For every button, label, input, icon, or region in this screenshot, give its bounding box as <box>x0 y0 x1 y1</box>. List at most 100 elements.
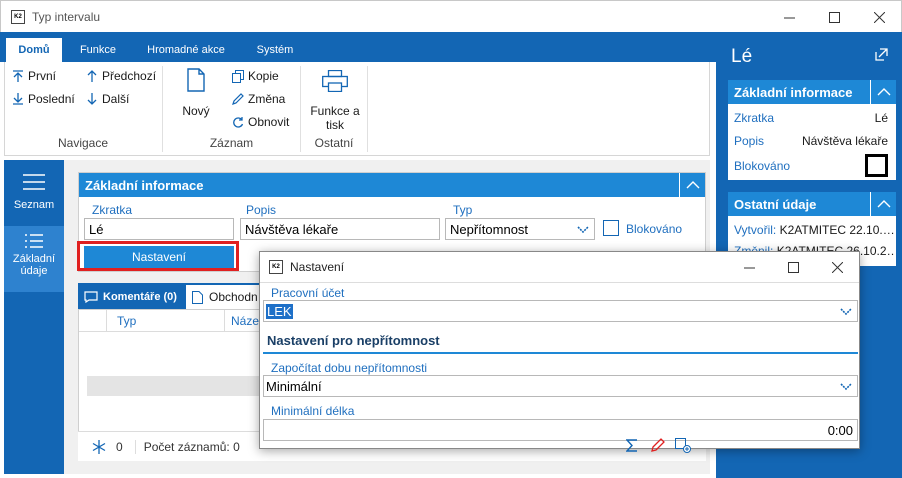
print-label-line1: Funkce a <box>310 104 360 118</box>
print-functions-label: Funkce a tisk <box>306 104 364 132</box>
nav-label-zakladni-udaje: Základní údaje <box>4 253 64 277</box>
dropdown-icon[interactable] <box>840 308 852 316</box>
dialog-minimize-button[interactable] <box>726 252 772 282</box>
pencil-icon <box>232 93 244 105</box>
print-functions-button[interactable]: Funkce a tisk <box>306 70 364 132</box>
nav-item-zakladni-udaje[interactable]: Základní údaje <box>4 226 64 292</box>
window-title: Typ intervalu <box>32 10 101 24</box>
nastaveni-button[interactable]: Nastavení <box>84 246 234 268</box>
copy-label: Kopie <box>248 69 279 83</box>
hamburger-icon <box>23 174 45 190</box>
tab-obchodni[interactable]: Obchodn <box>186 285 266 309</box>
dialog-icon-text: K2 <box>272 264 280 270</box>
zapocitat-label: Započítat dobu nepřítomnosti <box>271 361 428 375</box>
close-icon <box>831 261 843 273</box>
last-button[interactable]: Poslední <box>12 89 75 109</box>
typ-label: Typ <box>453 203 473 217</box>
right-other-collapse-button[interactable] <box>870 192 896 216</box>
dropdown-icon <box>840 383 852 391</box>
right-zkratka-label: Zkratka <box>734 111 775 125</box>
add-table-icon <box>675 438 691 453</box>
copy-button[interactable]: Kopie <box>232 66 279 86</box>
chevron-up-icon <box>686 181 699 189</box>
sum-button[interactable] <box>626 439 638 452</box>
maximize-icon <box>828 11 840 23</box>
right-pane-title: Lé <box>731 46 753 67</box>
tab-system[interactable]: Systém <box>245 38 305 62</box>
nav-label-line2: údaje <box>20 265 48 277</box>
chevron-up-icon <box>877 88 890 96</box>
blokovano-checkbox[interactable] <box>603 220 619 236</box>
dialog-title: Nastavení <box>290 260 345 274</box>
record-count: Počet záznamů: 0 <box>134 439 240 454</box>
dialog-maximize-button[interactable] <box>770 252 816 282</box>
other-group-label: Ostatní <box>314 136 354 150</box>
edit-row-button[interactable] <box>651 438 665 452</box>
zkratka-label: Zkratka <box>92 203 133 217</box>
record-group-label: Záznam <box>209 136 254 150</box>
zapocitat-dropdown[interactable]: Minimální <box>263 375 858 397</box>
right-popis-label: Popis <box>734 134 765 148</box>
comment-icon <box>84 291 98 303</box>
navigation-group-label: Navigace <box>57 136 109 150</box>
min-delka-label: Minimální délka <box>271 404 355 418</box>
blokovano-label: Blokováno <box>626 222 683 236</box>
created-label: Vytvořil: <box>734 223 777 237</box>
popis-field[interactable]: Návštěva lékaře <box>240 218 440 240</box>
created-value: K2ATMITEC 22.10.… <box>779 223 894 237</box>
right-collapse-button[interactable] <box>870 80 896 104</box>
change-button[interactable]: Změna <box>232 89 285 109</box>
group-separator <box>367 66 368 152</box>
dialog-app-icon: K2 <box>269 260 283 274</box>
next-button[interactable]: Další <box>86 89 129 109</box>
refresh-button[interactable]: Obnovit <box>232 112 289 132</box>
nastaveni-dialog: K2 Nastavení Pracovní účet LEK Nastavení… <box>259 251 860 449</box>
close-button[interactable] <box>856 1 902 33</box>
typ-dropdown[interactable]: Nepřítomnost <box>445 218 595 240</box>
right-other-title: Ostatní údaje <box>734 196 817 212</box>
print-label-line2: tisk <box>326 118 344 132</box>
right-popis-value: Návštěva lékaře <box>801 134 888 148</box>
selected-count: 0 <box>116 439 123 454</box>
tab-hromadne-akce[interactable]: Hromadné akce <box>136 38 236 62</box>
snowflake-icon[interactable] <box>92 439 106 454</box>
pencil-icon <box>651 438 665 452</box>
tab-funkce[interactable]: Funkce <box>70 38 126 62</box>
printer-icon <box>322 70 348 92</box>
right-blokovano-checkbox[interactable] <box>865 154 888 177</box>
min-delka-field[interactable]: 0:00 <box>263 419 858 441</box>
new-button[interactable]: Nový <box>174 68 218 118</box>
app-icon-text: K2 <box>14 14 22 20</box>
app-icon: K2 <box>11 10 25 24</box>
tab-komentare[interactable]: Komentáře (0) <box>80 285 184 309</box>
add-row-button[interactable] <box>675 438 691 453</box>
tab-domu[interactable]: Domů <box>6 38 62 62</box>
pracovni-ucet-field[interactable]: LEK <box>263 300 858 322</box>
section-underline <box>263 352 858 354</box>
previous-button[interactable]: Předchozí <box>86 66 156 86</box>
minimize-button[interactable] <box>766 1 812 33</box>
minimize-icon <box>743 267 755 268</box>
zkratka-value: Lé <box>89 221 104 237</box>
zkratka-field[interactable]: Lé <box>84 218 234 240</box>
tab-obchodni-label: Obchodn <box>209 290 258 304</box>
list-icon <box>25 234 43 248</box>
dropdown-icon <box>577 226 589 234</box>
right-basic-title: Základní informace <box>734 84 853 100</box>
nav-label-line1: Základní <box>12 253 56 265</box>
change-label: Změna <box>248 92 286 106</box>
popout-button[interactable] <box>875 48 888 61</box>
min-delka-value: 0:00 <box>827 422 853 438</box>
nav-item-seznam[interactable]: Seznam <box>4 170 64 222</box>
first-button[interactable]: První <box>12 66 56 86</box>
dialog-close-button[interactable] <box>814 252 860 282</box>
minimize-icon <box>783 17 795 18</box>
new-label: Nový <box>182 104 210 118</box>
column-typ[interactable]: Typ <box>107 310 225 331</box>
collapse-button[interactable] <box>679 173 705 197</box>
absence-section-title: Nastavení pro nepřítomnost <box>267 333 440 348</box>
chevron-up-icon <box>877 200 890 208</box>
tab-komentare-label: Komentáře (0) <box>103 291 177 303</box>
maximize-button[interactable] <box>811 1 857 33</box>
section-title: Základní informace <box>85 177 204 193</box>
